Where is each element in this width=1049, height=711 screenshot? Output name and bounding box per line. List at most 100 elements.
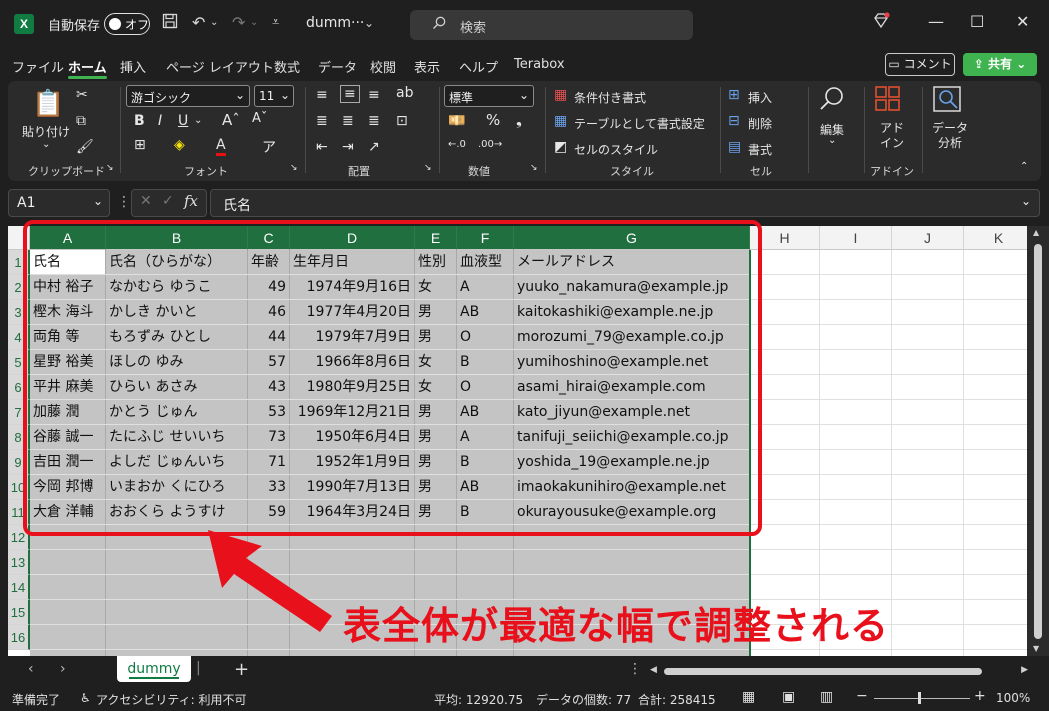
row-header-15[interactable]: 15 [8, 600, 30, 625]
font-color-icon[interactable]: A [216, 137, 226, 156]
normal-view-icon[interactable]: ▦ [742, 689, 755, 705]
more-options-icon[interactable]: ⋮ [117, 194, 131, 210]
vertical-scrollbar[interactable]: ▲ ▼ [1027, 226, 1049, 656]
paste-dropdown-icon[interactable]: ⌄ [42, 139, 50, 150]
borders-icon[interactable]: ⊞ [134, 137, 146, 153]
cut-icon[interactable]: ✂ [76, 87, 88, 103]
italic-icon[interactable]: I [158, 113, 162, 129]
format-cells-button[interactable]: 書式 [748, 141, 772, 158]
scroll-up-icon[interactable]: ▲ [1033, 228, 1039, 237]
accounting-format-icon[interactable]: 💴 [448, 113, 465, 129]
orientation-icon[interactable]: ↗ [368, 139, 380, 155]
row-header-16[interactable]: 16 [8, 625, 30, 650]
redo-dropdown-icon[interactable]: ⌄ [250, 17, 258, 28]
tab-page-layout[interactable]: ページ レイアウト [166, 57, 274, 76]
chevron-down-icon[interactable]: ⌄ [828, 135, 836, 146]
prev-sheet-icon[interactable]: ‹ [28, 661, 34, 677]
accessibility-icon[interactable]: ♿ [80, 691, 91, 705]
zoom-level[interactable]: 100% [996, 691, 1030, 705]
format-as-table-button[interactable]: テーブルとして書式設定 [574, 115, 705, 132]
tab-insert[interactable]: 挿入 [120, 57, 146, 76]
horizontal-scrollbar[interactable]: ◀ ▶ [650, 665, 1028, 677]
add-sheet-button[interactable]: + [234, 659, 249, 680]
fill-color-icon[interactable]: ◈ [174, 137, 185, 153]
decrease-decimal-icon[interactable]: .00→ [478, 139, 502, 150]
conditional-format-button[interactable]: 条件付き書式 [574, 89, 646, 106]
column-header-k[interactable]: K [964, 226, 1027, 250]
align-middle-icon[interactable]: ≡ [340, 85, 360, 103]
zoom-out-icon[interactable]: − [856, 688, 868, 704]
increase-indent-icon[interactable]: ⇥ [342, 139, 354, 155]
enter-icon[interactable]: ✓ [162, 193, 174, 209]
redo-icon[interactable]: ↷ [232, 13, 245, 32]
chevron-down-icon[interactable]: ⌄ [364, 16, 374, 30]
insert-cells-icon[interactable]: ⊞ [728, 87, 740, 103]
close-icon[interactable]: ✕ [1016, 12, 1029, 31]
more-options-icon[interactable]: ⋮ [628, 661, 642, 677]
font-name-select[interactable]: 游ゴシック ⌄ [126, 85, 250, 107]
increase-font-icon[interactable]: Aˆ [222, 111, 240, 129]
decrease-indent-icon[interactable]: ⇤ [316, 139, 328, 155]
addins-icon[interactable] [874, 85, 902, 117]
tab-review[interactable]: 校閲 [370, 57, 396, 76]
tab-view[interactable]: 表示 [414, 57, 440, 76]
format-painter-icon[interactable]: 🖌 [76, 139, 94, 155]
phonetic-icon[interactable]: ア [262, 137, 276, 157]
zoom-in-icon[interactable]: + [974, 688, 986, 704]
comment-button[interactable]: ▭ コメント [885, 53, 955, 76]
row-header-14[interactable]: 14 [8, 575, 30, 600]
maximize-icon[interactable]: ☐ [970, 12, 984, 31]
column-header-i[interactable]: I [820, 226, 892, 250]
increase-decimal-icon[interactable]: ←.0 [448, 139, 466, 150]
dialog-launcher-icon[interactable]: ↘ [424, 163, 432, 173]
share-button[interactable]: ⇪ 共有 ⌄ [963, 53, 1037, 76]
scroll-right-icon[interactable]: ▶ [1021, 665, 1028, 675]
decrease-font-icon[interactable]: Aˇ [252, 111, 267, 126]
insert-function-icon[interactable]: fx [184, 192, 198, 210]
tab-formulas[interactable]: 数式 [274, 57, 300, 76]
cancel-icon[interactable]: ✕ [140, 193, 152, 209]
zoom-slider[interactable] [874, 698, 970, 699]
tab-help[interactable]: ヘルプ [459, 57, 498, 76]
paste-label[interactable]: 貼り付け [22, 123, 70, 140]
search-box[interactable]: 検索 [410, 10, 693, 40]
customize-toolbar-icon[interactable]: ⩡ [272, 15, 279, 30]
align-top-icon[interactable]: ≡ [316, 87, 328, 103]
column-header-j[interactable]: J [892, 226, 964, 250]
dialog-launcher-icon[interactable]: ↘ [290, 163, 298, 173]
minimize-icon[interactable]: — [928, 12, 944, 31]
align-center-icon[interactable]: ≣ [342, 113, 354, 129]
chevron-down-icon[interactable]: ⌄ [194, 115, 202, 126]
sheet-tab[interactable]: dummy [117, 656, 191, 682]
tab-home[interactable]: ホーム [68, 57, 107, 79]
paste-icon[interactable]: 📋 [32, 89, 64, 119]
align-left-icon[interactable]: ≣ [316, 113, 328, 129]
align-bottom-icon[interactable]: ≡ [368, 87, 380, 103]
page-break-icon[interactable]: ▥ [820, 689, 833, 705]
cell-styles-icon[interactable]: ◩ [554, 139, 567, 155]
premium-diamond-icon[interactable] [872, 12, 890, 34]
data-analysis-button[interactable]: データ 分析 [932, 121, 968, 151]
scroll-thumb[interactable] [664, 668, 982, 675]
next-sheet-icon[interactable]: › [60, 661, 66, 677]
underline-icon[interactable]: U [178, 113, 188, 129]
data-analysis-icon[interactable] [932, 85, 962, 119]
cell-styles-button[interactable]: セルのスタイル [574, 141, 658, 158]
collapse-ribbon-icon[interactable]: ⌃ [1020, 161, 1028, 172]
file-name[interactable]: dumm··· [306, 15, 364, 31]
insert-cells-button[interactable]: 挿入 [748, 89, 772, 106]
format-cells-icon[interactable]: ▤ [728, 139, 741, 155]
tab-terabox[interactable]: Terabox [514, 57, 565, 72]
percent-icon[interactable]: % [486, 111, 500, 129]
number-format-select[interactable]: 標準 ⌄ [444, 85, 534, 107]
save-icon[interactable] [162, 13, 178, 33]
autosave-toggle[interactable]: オフ [104, 13, 150, 35]
font-size-select[interactable]: 11 ⌄ [254, 85, 294, 107]
row-header-13[interactable]: 13 [8, 550, 30, 575]
delete-cells-icon[interactable]: ⊟ [728, 113, 740, 129]
conditional-format-icon[interactable]: ▦ [554, 87, 567, 103]
name-box[interactable]: A1 ⌄ [8, 189, 110, 217]
bold-icon[interactable]: B [134, 113, 145, 129]
addins-button[interactable]: アド イン [880, 121, 904, 151]
merge-center-icon[interactable]: ⊡ [396, 113, 408, 129]
